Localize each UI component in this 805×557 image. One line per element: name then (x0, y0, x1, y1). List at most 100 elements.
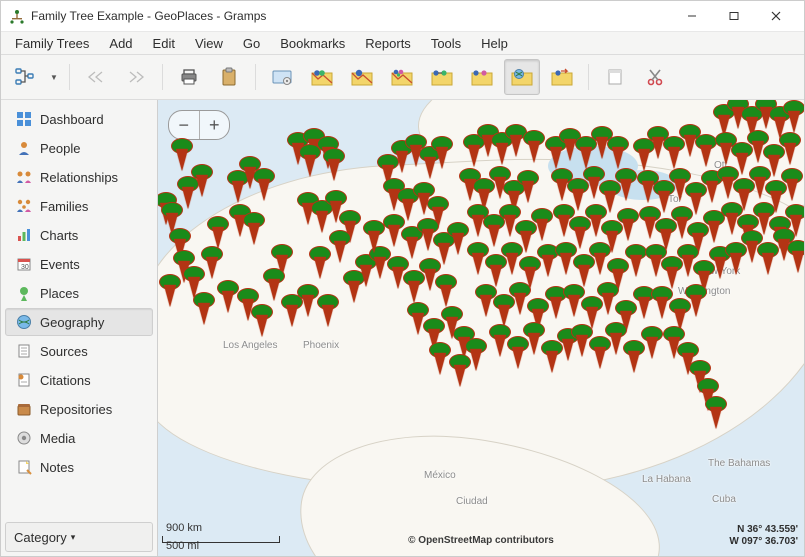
sidebar-item-media[interactable]: Media (5, 424, 153, 452)
content-area: Dashboard PeopleRelationshipsFamilies Char… (1, 100, 804, 556)
geo-moves-button[interactable] (544, 59, 580, 95)
category-selector[interactable]: Category ▾ (5, 522, 153, 552)
geo-person-button[interactable] (344, 59, 380, 95)
map-pin[interactable] (329, 230, 351, 262)
clipboard-button[interactable] (211, 59, 247, 95)
sidebar-item-events[interactable]: 30Events (5, 250, 153, 278)
menu-family-trees[interactable]: Family Trees (7, 34, 97, 53)
map-pin[interactable] (783, 100, 804, 132)
map-pin[interactable] (449, 354, 471, 386)
sidebar-item-relationships[interactable]: Relationships (5, 163, 153, 191)
sidebar-toggle-button[interactable] (7, 59, 43, 95)
sidebar-item-label: Charts (40, 228, 78, 243)
map-pin[interactable] (607, 136, 629, 168)
map-pin[interactable] (695, 134, 717, 166)
map-pin[interactable] (685, 284, 707, 316)
print-button[interactable] (171, 59, 207, 95)
map-pin[interactable] (363, 220, 385, 252)
map-pin[interactable] (217, 280, 239, 312)
menu-view[interactable]: View (187, 34, 231, 53)
map-label: La Habana (642, 474, 691, 485)
sidebar-item-citations[interactable]: Citations (5, 366, 153, 394)
map-pin[interactable] (641, 326, 663, 358)
map-pin[interactable] (251, 304, 273, 336)
map-pin[interactable] (431, 136, 453, 168)
sidebar-item-families[interactable]: Families (5, 192, 153, 220)
map-pin[interactable] (625, 244, 647, 276)
sidebar-item-sources[interactable]: Sources (5, 337, 153, 365)
map-pin[interactable] (297, 284, 319, 316)
sidebar: Dashboard PeopleRelationshipsFamilies Char… (1, 100, 158, 556)
menu-bookmarks[interactable]: Bookmarks (272, 34, 353, 53)
sidebar-item-charts[interactable]: Charts (5, 221, 153, 249)
nav-forward-button[interactable] (118, 59, 154, 95)
map-scale: 900 km 500 mi (162, 536, 280, 544)
map-view[interactable]: − + 900 km 500 mi © OpenStreetMap contri… (158, 100, 804, 556)
sidebar-item-people[interactable]: People (5, 134, 153, 162)
sidebar-item-repositories[interactable]: Repositories (5, 395, 153, 423)
map-pin[interactable] (531, 208, 553, 240)
map-pin[interactable] (309, 246, 331, 278)
map-pin[interactable] (207, 216, 229, 248)
zoom-control: − + (168, 110, 230, 140)
geo-events-button[interactable] (464, 59, 500, 95)
map-pin[interactable] (435, 274, 457, 306)
map-pin[interactable] (323, 148, 345, 180)
nav-back-button[interactable] (78, 59, 114, 95)
geo-places-button[interactable] (504, 59, 540, 95)
map-pin[interactable] (523, 130, 545, 162)
configure-view-button[interactable] (264, 59, 300, 95)
cut-button[interactable] (637, 59, 673, 95)
coord-lon: W 097° 36.703' (729, 536, 798, 548)
sidebar-toggle-dropdown[interactable]: ▼ (47, 60, 61, 94)
map-pin[interactable] (201, 246, 223, 278)
sidebar-item-notes[interactable]: Notes (5, 453, 153, 481)
menu-help[interactable]: Help (473, 34, 516, 53)
map-label: Ciudad (456, 496, 488, 507)
menu-add[interactable]: Add (101, 34, 140, 53)
dashboard-icon (16, 111, 32, 127)
zoom-out-button[interactable]: − (169, 111, 200, 139)
map-label: Cuba (712, 494, 736, 505)
menu-reports[interactable]: Reports (357, 34, 419, 53)
map-pin[interactable] (779, 132, 801, 164)
map-pin[interactable] (781, 168, 803, 200)
sidebar-item-label: Places (40, 286, 79, 301)
map-pin[interactable] (517, 170, 539, 202)
zoom-in-button[interactable]: + (200, 111, 230, 139)
map-pin[interactable] (615, 168, 637, 200)
toolbar: ▼ (1, 55, 804, 100)
sidebar-item-label: Repositories (40, 402, 112, 417)
map-label: México (424, 470, 456, 481)
map-pin[interactable] (299, 144, 321, 176)
map-label: Los Angeles (223, 340, 278, 351)
map-pin[interactable] (617, 208, 639, 240)
map-pin[interactable] (253, 168, 275, 200)
map-pin[interactable] (191, 164, 213, 196)
geo-people-button[interactable] (304, 59, 340, 95)
maximize-button[interactable] (714, 4, 754, 28)
charts-icon (16, 227, 32, 243)
minimize-button[interactable] (672, 4, 712, 28)
map-pin[interactable] (243, 212, 265, 244)
sidebar-item-label: Dashboard (40, 112, 104, 127)
close-button[interactable] (756, 4, 796, 28)
map-pin[interactable] (317, 294, 339, 326)
sidebar-item-dashboard[interactable]: Dashboard (5, 105, 153, 133)
geo-relation-button[interactable] (424, 59, 460, 95)
map-pin[interactable] (429, 342, 451, 374)
sidebar-item-places[interactable]: Places (5, 279, 153, 307)
map-pin[interactable] (159, 274, 181, 306)
menu-tools[interactable]: Tools (423, 34, 469, 53)
map-pin[interactable] (171, 138, 193, 170)
sidebar-item-geography[interactable]: Geography (5, 308, 153, 336)
geo-family-button[interactable] (384, 59, 420, 95)
menu-go[interactable]: Go (235, 34, 268, 53)
map-pin[interactable] (447, 222, 469, 254)
menu-edit[interactable]: Edit (145, 34, 183, 53)
map-pin[interactable] (193, 292, 215, 324)
map-pin[interactable] (787, 240, 804, 272)
document-button[interactable] (597, 59, 633, 95)
map-pin[interactable] (705, 396, 727, 428)
sidebar-item-label: Notes (40, 460, 74, 475)
